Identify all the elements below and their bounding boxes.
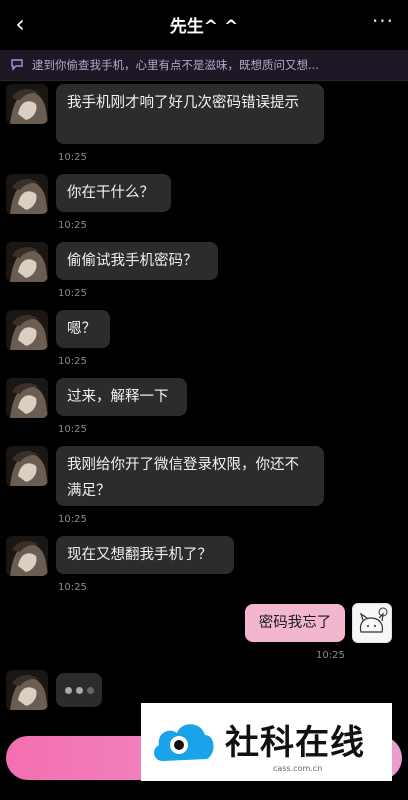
partner-avatar[interactable]: [6, 446, 48, 486]
message-time: 10:25: [58, 152, 87, 163]
message-bubble[interactable]: 偷偷试我手机密码？: [56, 242, 218, 280]
message-time: 10:25: [58, 582, 87, 593]
message-bubble[interactable]: 你在干什么？: [56, 174, 171, 212]
message-bubble[interactable]: 嗯？: [56, 310, 110, 348]
banner-text: 逮到你偷查我手机，心里有点不是滋味，既想质问又想...: [32, 58, 319, 72]
partner-avatar[interactable]: [6, 84, 48, 124]
partner-avatar[interactable]: [6, 670, 48, 710]
message-time: 10:25: [58, 514, 87, 525]
chat-bubble-icon: [10, 57, 26, 73]
partner-avatar[interactable]: [6, 174, 48, 214]
my-avatar[interactable]: [352, 603, 392, 643]
message-bubble[interactable]: 我刚给你开了微信登录权限，你还不满足？: [56, 446, 324, 506]
message-time: 10:25: [58, 424, 87, 435]
message-bubble[interactable]: 过来，解释一下: [56, 378, 187, 416]
my-message-bubble[interactable]: 密码我忘了: [245, 604, 345, 642]
partner-avatar[interactable]: [6, 536, 48, 576]
typing-dot: [86, 686, 94, 694]
partner-avatar[interactable]: [6, 310, 48, 350]
typing-dots-icon: [56, 673, 102, 707]
watermark-brand: 社科在线: [225, 723, 365, 763]
typing-dot: [75, 686, 83, 694]
message-bubble[interactable]: 我手机刚才响了好几次密码错误提示: [56, 84, 324, 144]
message-time: 10:25: [58, 220, 87, 231]
more-options-button[interactable]: ···: [370, 10, 396, 38]
typing-dot: [64, 686, 72, 694]
partner-avatar[interactable]: [6, 242, 48, 282]
chat-title: 先生^ ^: [169, 16, 239, 37]
partner-avatar[interactable]: [6, 378, 48, 418]
back-button[interactable]: ‹: [8, 10, 32, 38]
message-time: 10:25: [58, 356, 87, 367]
cloud-logo-icon: [154, 724, 214, 761]
my-message-time: 10:25: [316, 650, 345, 661]
message-bubble[interactable]: 现在又想翻我手机了？: [56, 536, 234, 574]
watermark-url: cass.com.cn: [273, 764, 323, 773]
scenario-banner[interactable]: 逮到你偷查我手机，心里有点不是滋味，既想质问又想...: [0, 50, 408, 81]
chat-header: ‹ 先生^ ^ ···: [0, 0, 408, 48]
message-time: 10:25: [58, 288, 87, 299]
watermark: 社科在线 cass.com.cn: [141, 703, 392, 781]
